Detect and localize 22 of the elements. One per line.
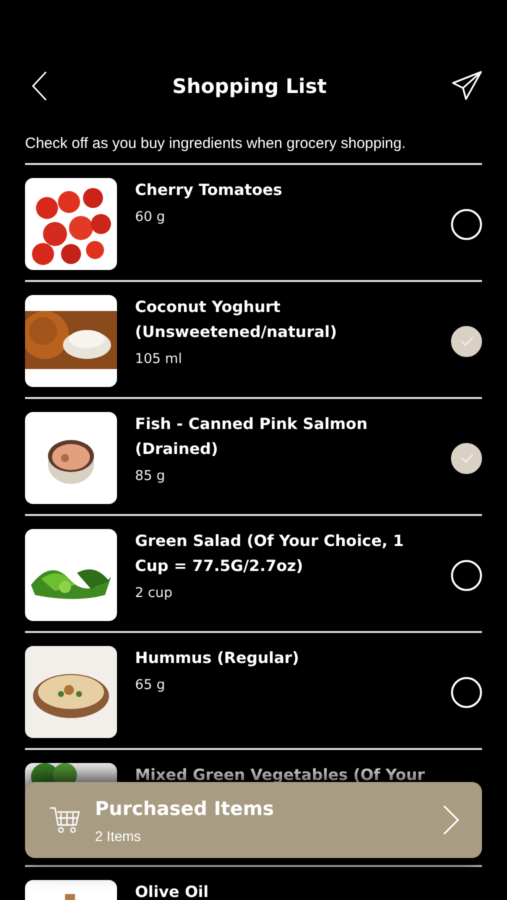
page-title: Shopping List (172, 74, 327, 98)
item-name: Olive Oil (135, 882, 210, 900)
check-icon (460, 336, 472, 346)
item-name: Coconut Yoghurt (Unsweetened/natural) (135, 297, 338, 343)
instructions-text: Check off as you buy ingredients when grocery shopping. (25, 134, 407, 154)
checkbox[interactable] (451, 442, 482, 474)
checkbox[interactable] (451, 326, 482, 356)
item-name: Fish - Canned Pink Salmon (Drained) (135, 414, 368, 460)
item-quantity: 105 ml (135, 350, 183, 369)
item-quantity: 85 g (135, 467, 166, 486)
item-quantity: 2 cup (135, 584, 174, 603)
item-quantity: 60 g (135, 208, 166, 227)
back-icon[interactable] (30, 70, 48, 102)
cart-icon (49, 805, 81, 835)
check-icon (460, 454, 472, 462)
item-name: Cherry Tomatoes (135, 180, 284, 201)
chevron-right-icon (442, 804, 460, 836)
send-icon[interactable] (450, 71, 483, 101)
purchased-items-button[interactable]: Purchased Items 2 Items (25, 782, 482, 858)
item-quantity: 65 g (135, 676, 166, 695)
item-name: Green Salad (Of Your Choice, 1 Cup = 77.5G/2.7oz) (135, 531, 405, 577)
item-name: Hummus (Regular) (135, 648, 300, 669)
